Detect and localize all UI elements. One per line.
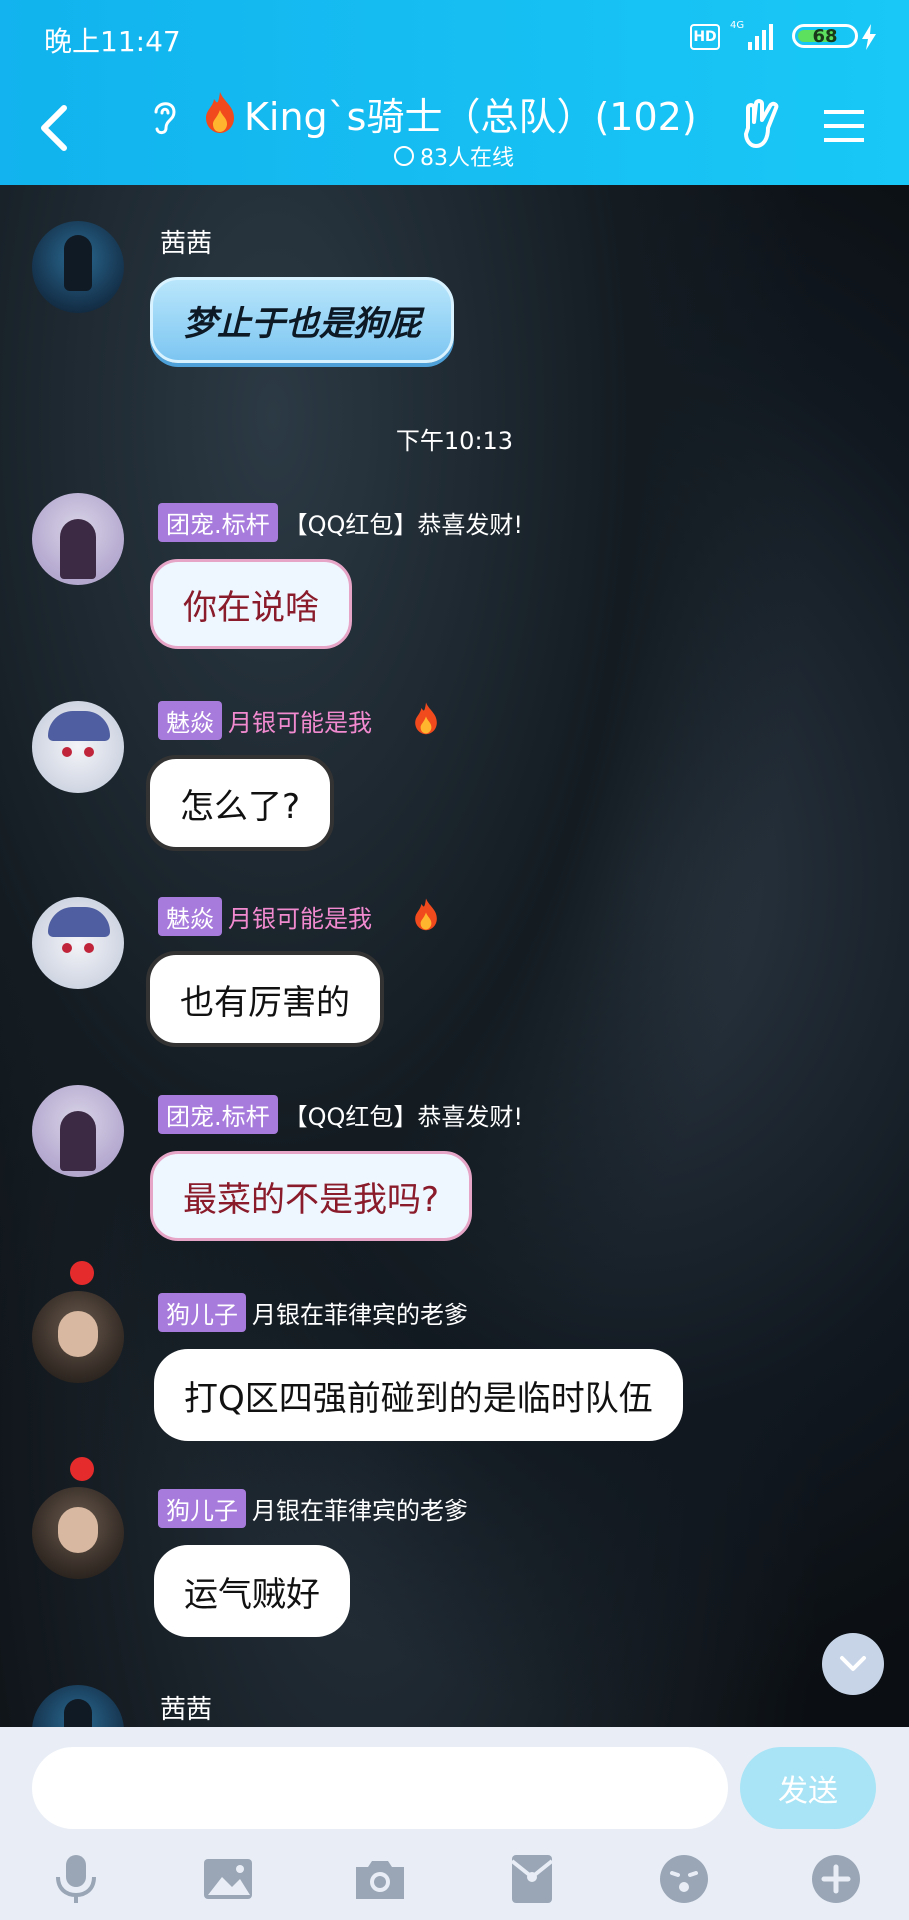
avatar[interactable] [32, 1291, 124, 1383]
battery-icon: 68 [792, 24, 858, 48]
page-title: King`s骑士（总队）(102) [244, 95, 697, 139]
avatar[interactable] [32, 1487, 124, 1579]
fire-icon [206, 92, 234, 133]
message-bubble[interactable]: 打Q区四强前碰到的是临时队伍 [154, 1349, 683, 1441]
message-input[interactable] [32, 1747, 728, 1829]
member-tag: 魅焱 [158, 897, 222, 936]
red-packet-icon[interactable] [504, 1851, 560, 1907]
avatar[interactable] [32, 1685, 124, 1727]
emoji-icon[interactable] [656, 1851, 712, 1907]
member-tag: 狗儿子 [158, 1293, 246, 1332]
avatar[interactable] [32, 897, 124, 989]
plus-icon[interactable] [808, 1851, 864, 1907]
sender-name: 茜茜 [160, 229, 213, 259]
sender-name: 【QQ红包】恭喜发财! [283, 511, 524, 539]
avatar[interactable] [32, 221, 124, 313]
fire-icon [415, 898, 437, 931]
sender-name: 茜茜 [160, 1695, 213, 1725]
status-time: 晚上11:47 [44, 25, 181, 58]
sender-line: 魅焱 月银可能是我 [158, 701, 372, 740]
flower-icon [70, 1261, 94, 1285]
sender-name: 月银在菲律宾的老爹 [252, 1497, 468, 1525]
online-label: 83人在线 [420, 146, 514, 171]
send-button[interactable]: 发送 [740, 1747, 876, 1829]
message-bubble[interactable]: 怎么了? [146, 755, 335, 851]
message-bubble[interactable]: 最菜的不是我吗? [150, 1151, 473, 1241]
fire-icon [415, 702, 437, 735]
sender-name: 【QQ红包】恭喜发财! [283, 1103, 524, 1131]
signal-icon: 4G [730, 20, 773, 50]
avatar[interactable] [32, 493, 124, 585]
status-bar: 晚上11:47 HD 4G 68 [0, 0, 909, 74]
member-tag: 团宠.标杆 [158, 503, 278, 542]
image-icon[interactable] [200, 1851, 256, 1907]
hd-badge: HD [690, 24, 720, 50]
chevron-down-icon [840, 1656, 866, 1671]
sender-name: 月银可能是我 [228, 709, 372, 737]
input-bar: 发送 [0, 1727, 909, 1920]
message-bubble[interactable]: 你在说啥 [150, 559, 352, 649]
avatar[interactable] [32, 1085, 124, 1177]
sender-name: 月银可能是我 [228, 905, 372, 933]
flower-icon [70, 1457, 94, 1481]
microphone-icon[interactable] [48, 1851, 104, 1907]
online-check-icon [394, 146, 414, 166]
avatar[interactable] [32, 701, 124, 793]
sender-line: 魅焱 月银可能是我 [158, 897, 372, 936]
message-bubble[interactable]: 运气贼好 [154, 1545, 350, 1637]
scroll-to-bottom-button[interactable] [822, 1633, 884, 1695]
back-icon[interactable] [36, 102, 72, 154]
network-type: 4G [730, 20, 744, 31]
online-count: 83人在线 [394, 140, 514, 172]
message-bubble[interactable]: 梦止于也是狗屁 [150, 277, 454, 363]
camera-icon[interactable] [352, 1851, 408, 1907]
sender-line: 狗儿子 月银在菲律宾的老爹 [158, 1293, 468, 1332]
member-tag: 狗儿子 [158, 1489, 246, 1528]
battery-level: 68 [812, 26, 838, 47]
chat-area[interactable]: 茜茜 梦止于也是狗屁 下午10:13 团宠.标杆 【QQ红包】恭喜发财! 你在说啥… [0, 185, 909, 1727]
message-bubble[interactable]: 也有厉害的 [146, 951, 384, 1047]
sender-line: 团宠.标杆 【QQ红包】恭喜发财! [158, 1095, 523, 1134]
member-tag: 魅焱 [158, 701, 222, 740]
ear-icon[interactable] [148, 96, 180, 136]
sender-line: 狗儿子 月银在菲律宾的老爹 [158, 1489, 468, 1528]
sender-line: 团宠.标杆 【QQ红包】恭喜发财! [158, 503, 523, 542]
menu-icon[interactable] [824, 108, 864, 144]
timestamp: 下午10:13 [395, 427, 514, 455]
charging-icon [862, 24, 876, 50]
member-tag: 团宠.标杆 [158, 1095, 278, 1134]
sender-name: 月银在菲律宾的老爹 [252, 1301, 468, 1329]
hand-gesture-icon[interactable] [740, 98, 784, 150]
chat-header: King`s骑士（总队）(102) 83人在线 [0, 74, 909, 185]
